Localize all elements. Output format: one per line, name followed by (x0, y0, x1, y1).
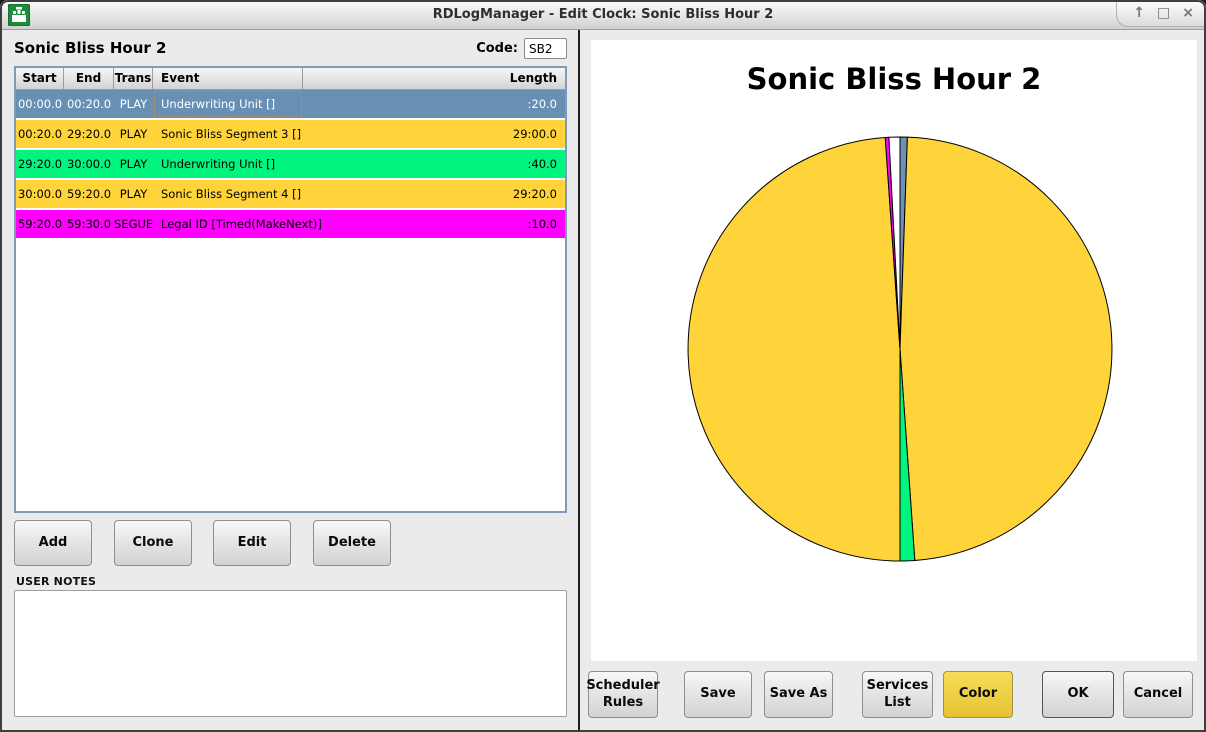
table-row[interactable]: 00:00.000:20.0PLAYUnderwriting Unit []:2… (16, 90, 565, 118)
clone-button[interactable]: Clone (114, 520, 192, 566)
cell-length: :40.0 (303, 157, 565, 171)
table-row[interactable]: 00:20.029:20.0PLAYSonic Bliss Segment 3 … (16, 120, 565, 148)
bottom-button-bar: Scheduler RulesSaveSave AsServices ListC… (580, 661, 1206, 732)
clock-pie-chart (591, 40, 1197, 661)
scheduler-rules-button[interactable]: Scheduler Rules (588, 671, 658, 718)
cell-start: 59:20.0 (16, 217, 64, 231)
cell-end: 59:20.0 (64, 187, 114, 201)
clock-name-heading: Sonic Bliss Hour 2 (14, 39, 166, 57)
column-header-trans: Trans (114, 68, 153, 90)
delete-button[interactable]: Delete (313, 520, 391, 566)
cell-trans: PLAY (114, 157, 153, 171)
clock-editor-panel: Sonic Bliss Hour 2 Code: StartEndTransEv… (0, 30, 578, 732)
window-title: RDLogManager - Edit Clock: Sonic Bliss H… (0, 0, 1206, 30)
save-as-button[interactable]: Save As (764, 671, 833, 718)
table-header-row: StartEndTransEventLength (16, 68, 565, 90)
edit-button[interactable]: Edit (213, 520, 291, 566)
save-button[interactable]: Save (684, 671, 752, 718)
cell-trans: PLAY (114, 97, 153, 111)
table-row[interactable]: 29:20.030:00.0PLAYUnderwriting Unit []:4… (16, 150, 565, 178)
cell-start: 30:00.0 (16, 187, 64, 201)
cell-event: Underwriting Unit [] (153, 90, 303, 118)
cell-end: 59:30.0 (64, 217, 114, 231)
cell-event: Legal ID [Timed(MakeNext)] (153, 210, 303, 238)
cell-event: Sonic Bliss Segment 3 [] (153, 120, 303, 148)
close-icon[interactable]: × (1182, 6, 1194, 20)
column-header-end: End (64, 68, 114, 90)
cell-length: 29:20.0 (303, 187, 565, 201)
add-button[interactable]: Add (14, 520, 92, 566)
user-notes-label: USER NOTES (16, 575, 96, 588)
table-row[interactable]: 59:20.059:30.0SEGUELegal ID [Timed(MakeN… (16, 210, 565, 238)
cell-start: 00:20.0 (16, 127, 64, 141)
code-input[interactable] (524, 38, 567, 59)
column-header-event: Event (153, 68, 303, 90)
cancel-button[interactable]: Cancel (1123, 671, 1193, 718)
cell-length: 29:00.0 (303, 127, 565, 141)
clock-chart-panel: Sonic Bliss Hour 2 Scheduler Rules Save Sa… (580, 30, 1206, 732)
clock-events-table: StartEndTransEventLength 00:00.000:20.0P… (14, 66, 567, 513)
cell-event: Sonic Bliss Segment 4 [] (153, 180, 303, 208)
pie-slice-sonic-bliss-segment-3 (900, 137, 1112, 560)
user-notes-textarea[interactable] (14, 590, 567, 717)
rdlogmanager-edit-clock-window: RDLogManager - Edit Clock: Sonic Bliss H… (0, 0, 1206, 732)
window-controls: ↑ □ × (1116, 0, 1206, 27)
cell-end: 00:20.0 (64, 97, 114, 111)
cell-length: :10.0 (303, 217, 565, 231)
column-header-start: Start (16, 68, 64, 90)
cell-trans: SEGUE (114, 217, 153, 231)
maximize-icon[interactable]: □ (1157, 6, 1170, 20)
cell-length: :20.0 (303, 97, 565, 111)
cell-trans: PLAY (114, 127, 153, 141)
code-label: Code: (440, 41, 518, 56)
cell-start: 29:20.0 (16, 157, 64, 171)
table-row[interactable]: 30:00.059:20.0PLAYSonic Bliss Segment 4 … (16, 180, 565, 208)
titlebar[interactable]: RDLogManager - Edit Clock: Sonic Bliss H… (0, 0, 1206, 30)
shade-icon[interactable]: ↑ (1133, 6, 1145, 20)
cell-trans: PLAY (114, 187, 153, 201)
pie-chart-area: Sonic Bliss Hour 2 (591, 40, 1197, 661)
ok-button[interactable]: OK (1042, 671, 1114, 718)
column-header-length: Length (303, 68, 565, 90)
color-button[interactable]: Color (943, 671, 1013, 718)
cell-start: 00:00.0 (16, 97, 64, 111)
chart-title: Sonic Bliss Hour 2 (591, 62, 1197, 96)
cell-event: Underwriting Unit [] (153, 150, 303, 178)
cell-end: 30:00.0 (64, 157, 114, 171)
services-list-button[interactable]: Services List (862, 671, 933, 718)
table-body: 00:00.000:20.0PLAYUnderwriting Unit []:2… (16, 90, 565, 238)
cell-end: 29:20.0 (64, 127, 114, 141)
pie-slice-sonic-bliss-segment-4 (688, 138, 900, 561)
